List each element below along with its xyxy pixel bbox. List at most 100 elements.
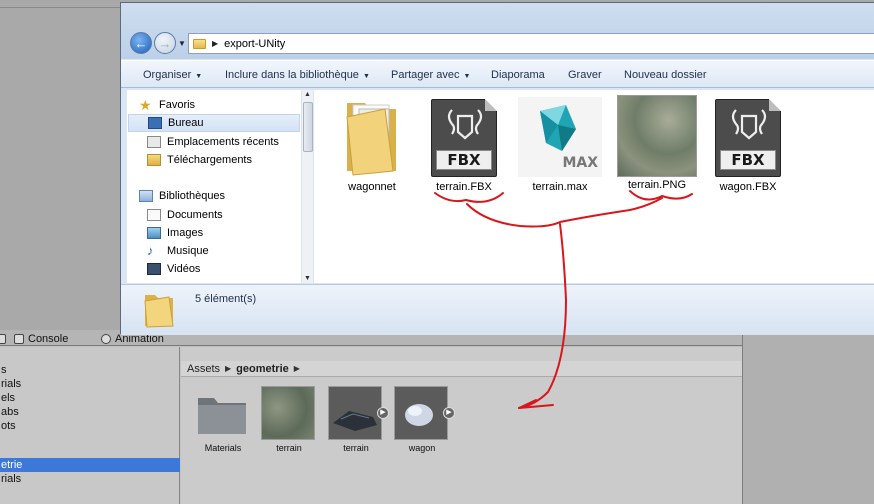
tree-item[interactable]: s bbox=[0, 363, 180, 377]
file-name: terrain.max bbox=[532, 181, 588, 193]
nav-bureau[interactable]: Bureau bbox=[128, 114, 300, 132]
item-count: 5 élément(s) bbox=[195, 293, 257, 305]
scroll-down-icon[interactable]: ▼ bbox=[304, 275, 311, 282]
fbx-file-icon: FBX bbox=[429, 95, 499, 179]
chevron-right-icon: ▶ bbox=[293, 364, 300, 373]
documents-icon bbox=[147, 209, 161, 221]
nav-videos[interactable]: Vidéos bbox=[147, 260, 319, 278]
command-bar: Organiser ▼ Inclure dans la bibliothèque ▼… bbox=[121, 60, 874, 88]
nav-label: Téléchargements bbox=[167, 154, 252, 166]
scroll-up-icon[interactable]: ▲ bbox=[304, 91, 311, 98]
nav-label: Emplacements récents bbox=[167, 136, 279, 148]
asset-label: terrain bbox=[276, 443, 302, 453]
asset-wagon-model[interactable]: ▶ wagon bbox=[394, 386, 455, 453]
tree-item[interactable]: rials bbox=[0, 472, 180, 486]
nouveau-dossier-label: Nouveau dossier bbox=[624, 69, 707, 81]
folder-icon bbox=[193, 38, 206, 49]
videos-icon bbox=[147, 263, 161, 275]
asset-label: terrain bbox=[343, 443, 369, 453]
nav-telechargements[interactable]: Téléchargements bbox=[147, 151, 319, 169]
nouveau-dossier-button[interactable]: Nouveau dossier bbox=[624, 69, 707, 81]
fbx-badge: FBX bbox=[436, 150, 492, 170]
tab-console[interactable]: Console bbox=[14, 332, 68, 346]
address-bar[interactable]: ▶ export-UNity bbox=[188, 33, 874, 54]
nav-label: Musique bbox=[167, 245, 209, 257]
folder-icon bbox=[195, 386, 249, 440]
fbx-file-icon: FBX bbox=[713, 95, 783, 179]
music-note-icon: ♪ bbox=[147, 243, 154, 258]
file-name: terrain.FBX bbox=[436, 181, 492, 193]
star-icon: ★ bbox=[139, 97, 152, 113]
partager-button[interactable]: Partager avec ▼ bbox=[391, 69, 470, 81]
graver-button[interactable]: Graver bbox=[568, 69, 602, 81]
3dsmax-file-icon: MAX bbox=[518, 95, 602, 179]
recent-places-icon bbox=[147, 136, 161, 148]
file-list: wagonnet FBX terrain.FBX MAX terrain.max… bbox=[314, 90, 874, 283]
texture-thumbnail bbox=[261, 386, 315, 440]
nav-label: Documents bbox=[167, 209, 223, 221]
max-badge: MAX bbox=[562, 155, 598, 171]
file-item-terrain-max[interactable]: MAX terrain.max bbox=[518, 95, 602, 193]
tree-item[interactable]: rials bbox=[0, 377, 180, 391]
chevron-right-icon: ▶ bbox=[225, 364, 232, 373]
image-thumbnail bbox=[617, 95, 697, 177]
nav-label: Vidéos bbox=[167, 263, 201, 275]
tab-project[interactable] bbox=[0, 332, 6, 346]
tree-item-geometrie[interactable]: etrie bbox=[0, 458, 180, 472]
asset-label: Materials bbox=[204, 443, 242, 453]
chevron-down-icon[interactable]: ▼ bbox=[178, 39, 186, 48]
file-item-wagon-fbx[interactable]: FBX wagon.FBX bbox=[706, 95, 790, 193]
file-item-wagonnet[interactable]: wagonnet bbox=[330, 95, 414, 193]
project-icon bbox=[0, 334, 6, 344]
breadcrumb-assets[interactable]: Assets bbox=[187, 363, 220, 375]
pictures-icon bbox=[147, 227, 161, 239]
organiser-button[interactable]: Organiser ▼ bbox=[143, 69, 202, 81]
project-folder-tree: s rials els abs ots etrie rials bbox=[0, 347, 180, 504]
expand-arrow-icon[interactable]: ▶ bbox=[443, 407, 455, 419]
nav-musique[interactable]: ♪ Musique bbox=[147, 242, 319, 260]
asset-terrain-texture[interactable]: terrain bbox=[261, 386, 317, 453]
asset-materials[interactable]: Materials bbox=[195, 386, 251, 453]
file-item-terrain-png[interactable]: terrain.PNG bbox=[615, 95, 699, 191]
chevron-right-icon[interactable]: ▶ bbox=[212, 39, 218, 48]
diaporama-label: Diaporama bbox=[491, 69, 545, 81]
tree-item[interactable]: ots bbox=[0, 419, 180, 433]
inclure-bibliotheque-button[interactable]: Inclure dans la bibliothèque ▼ bbox=[225, 69, 370, 81]
back-button[interactable]: ← bbox=[130, 32, 152, 54]
asset-label: wagon bbox=[408, 443, 436, 453]
model-thumbnail: ▶ bbox=[328, 386, 389, 440]
asset-terrain-model[interactable]: ▶ terrain bbox=[328, 386, 389, 453]
breadcrumb: Assets ▶ geometrie ▶ bbox=[181, 361, 742, 377]
folder-icon bbox=[144, 295, 174, 328]
nav-emplacements-recents[interactable]: Emplacements récents bbox=[147, 133, 319, 151]
desktop-icon bbox=[148, 117, 162, 129]
diaporama-button[interactable]: Diaporama bbox=[491, 69, 545, 81]
tab-console-label: Console bbox=[28, 333, 69, 345]
chevron-down-icon: ▼ bbox=[362, 73, 370, 80]
chevron-down-icon: ▼ bbox=[463, 73, 471, 80]
nav-label: Bibliothèques bbox=[159, 190, 226, 202]
nav-bibliotheques[interactable]: Bibliothèques bbox=[139, 187, 311, 205]
clock-icon bbox=[101, 334, 111, 344]
breadcrumb-geometrie[interactable]: geometrie bbox=[236, 363, 289, 375]
file-item-terrain-fbx[interactable]: FBX terrain.FBX bbox=[422, 95, 506, 193]
expand-arrow-icon[interactable]: ▶ bbox=[377, 407, 389, 419]
file-name: terrain.PNG bbox=[627, 179, 687, 191]
tree-item[interactable]: els bbox=[0, 391, 180, 405]
nav-scrollbar[interactable]: ▲ ▼ bbox=[301, 90, 313, 283]
download-folder-icon bbox=[147, 154, 161, 166]
nav-documents[interactable]: Documents bbox=[147, 206, 319, 224]
file-name: wagon.FBX bbox=[719, 181, 777, 193]
scrollbar-thumb[interactable] bbox=[303, 102, 313, 152]
nav-favoris[interactable]: ★ Favoris bbox=[139, 96, 311, 114]
forward-button[interactable]: → bbox=[154, 32, 176, 54]
explorer-window: ← → ▼ ▶ export-UNity Organiser ▼ Inclure … bbox=[120, 2, 874, 335]
address-path[interactable]: export-UNity bbox=[224, 38, 285, 50]
tree-item[interactable]: abs bbox=[0, 405, 180, 419]
fbx-badge: FBX bbox=[720, 150, 776, 170]
chevron-down-icon: ▼ bbox=[195, 73, 203, 80]
console-icon bbox=[14, 334, 24, 344]
nav-label: Images bbox=[167, 227, 204, 239]
nav-images[interactable]: Images bbox=[147, 224, 319, 242]
graver-label: Graver bbox=[568, 69, 602, 81]
